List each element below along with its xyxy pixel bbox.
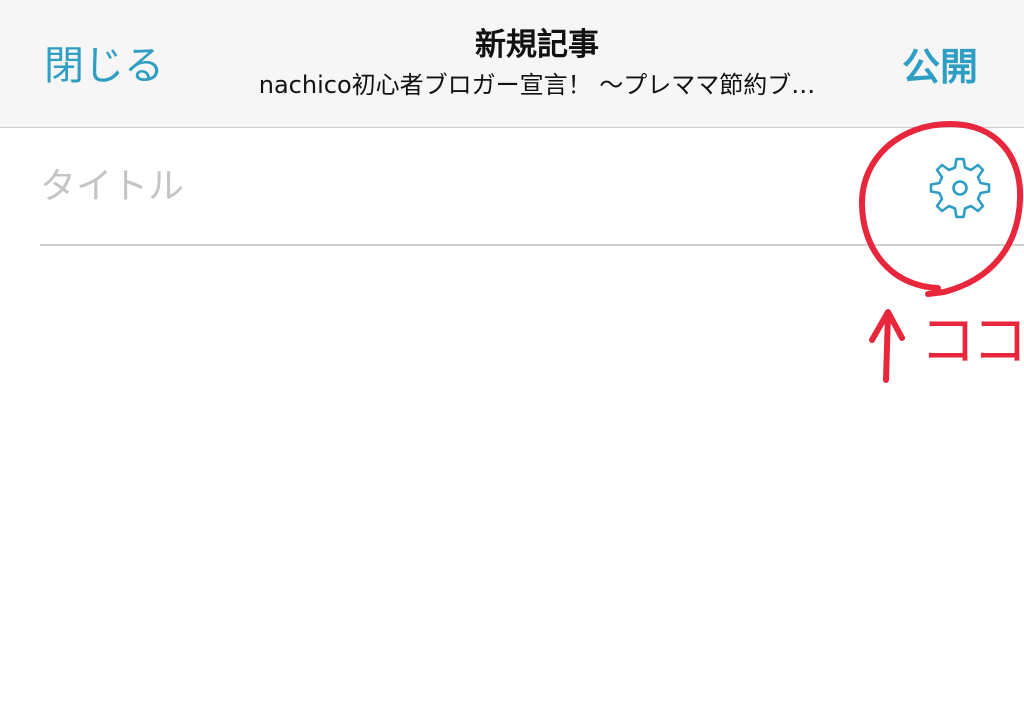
gear-icon — [929, 157, 991, 219]
title-input[interactable] — [40, 156, 820, 216]
page-title: 新規記事 — [475, 27, 599, 63]
blog-name-subtitle: nachico初心者ブロガー宣言！ 〜プレママ節約ブ… — [258, 71, 816, 99]
close-button[interactable]: 閉じる — [44, 40, 164, 92]
navigation-bar: 閉じる 新規記事 nachico初心者ブロガー宣言！ 〜プレママ節約ブ… 公開 — [0, 0, 1024, 128]
settings-button[interactable] — [928, 156, 992, 220]
title-row — [40, 128, 1024, 246]
publish-button[interactable]: 公開 — [902, 42, 978, 92]
nav-title-group: 新規記事 nachico初心者ブロガー宣言！ 〜プレママ節約ブ… — [200, 22, 874, 102]
annotation-label: ココ — [920, 309, 1024, 374]
